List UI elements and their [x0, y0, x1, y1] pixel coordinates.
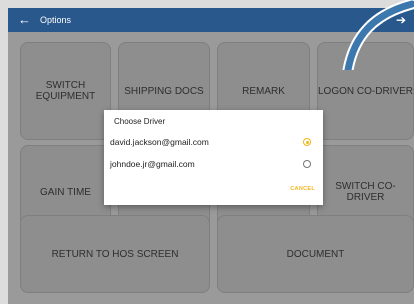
app-screen: ← Options ⚙ ➔ SWITCH EQUIPMENT SHIPPING …	[0, 0, 414, 304]
radio-unchecked-icon[interactable]	[303, 160, 311, 168]
driver-option-label: david.jackson@gmail.com	[110, 137, 209, 147]
return-to-hos-label: RETURN TO HOS SCREEN	[51, 248, 179, 260]
radio-checked-icon[interactable]	[303, 138, 311, 146]
arrow-left-icon[interactable]: ←	[18, 12, 31, 28]
document-button[interactable]: DOCUMENT	[217, 215, 414, 293]
cancel-button[interactable]: CANCEL	[290, 186, 315, 192]
driver-option[interactable]: david.jackson@gmail.com	[104, 134, 323, 152]
remark-label: REMARK	[242, 85, 285, 97]
driver-option[interactable]: johndoe.jr@gmail.com	[104, 156, 323, 174]
dialog-title: Choose Driver	[114, 117, 166, 126]
annotation-arrow-icon	[342, 0, 414, 70]
switch-co-driver-label: SWITCH CO-DRIVER	[335, 181, 396, 203]
page-title: Options	[40, 15, 72, 25]
gain-time-label: GAIN TIME	[40, 186, 91, 198]
shipping-docs-label: SHIPPING DOCS	[124, 85, 204, 97]
switch-equipment-label: SWITCH EQUIPMENT	[35, 80, 96, 102]
driver-option-label: johndoe.jr@gmail.com	[110, 159, 195, 169]
choose-driver-dialog: Choose Driver david.jackson@gmail.com jo…	[104, 110, 323, 205]
logon-co-driver-label: LOGON CO-DRIVER	[318, 85, 414, 97]
return-to-hos-button[interactable]: RETURN TO HOS SCREEN	[20, 215, 210, 293]
document-label: DOCUMENT	[286, 248, 345, 260]
switch-equipment-button[interactable]: SWITCH EQUIPMENT	[20, 42, 111, 140]
